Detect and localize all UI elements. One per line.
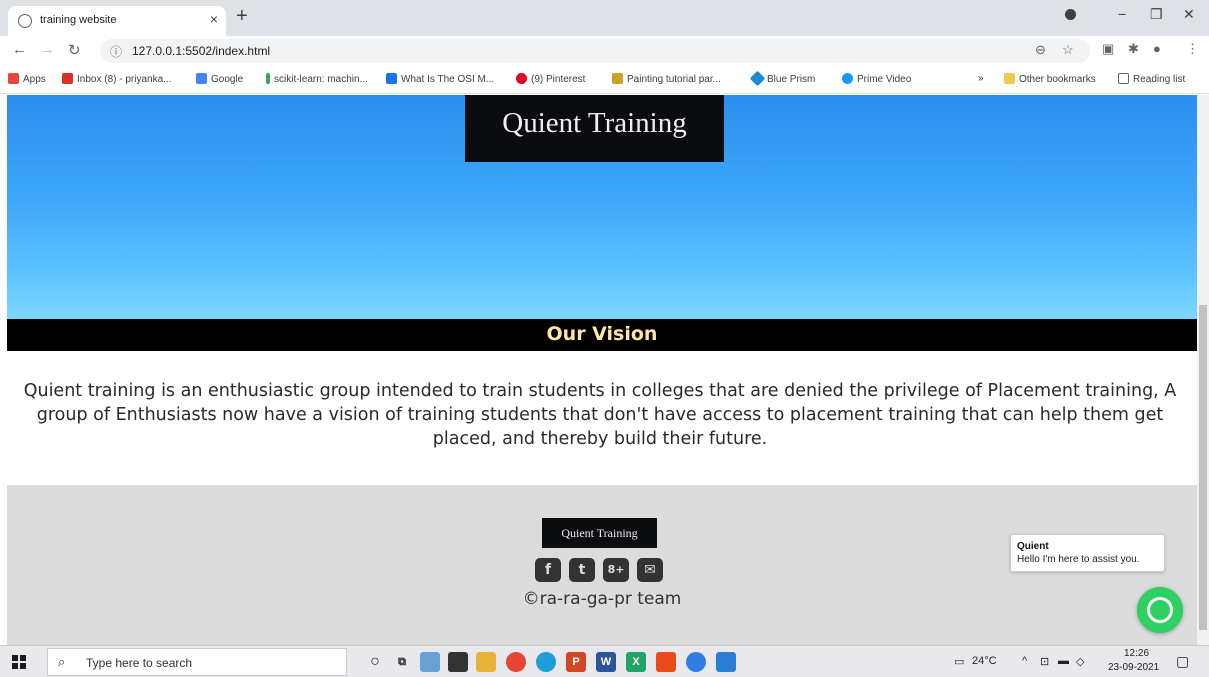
apps-grid-icon bbox=[8, 73, 19, 84]
tab-title: training website bbox=[40, 14, 117, 26]
vision-text: Quient training is an enthusiastic group… bbox=[23, 381, 1177, 449]
blue-prism-icon bbox=[749, 70, 766, 87]
footer-brand[interactable]: Quient Training bbox=[542, 518, 657, 548]
clock-date[interactable]: 23-09-2021 bbox=[1108, 662, 1159, 673]
bookmarks-bar: Apps Inbox (8) - priyanka... Google scik… bbox=[0, 66, 1209, 94]
painting-icon bbox=[612, 73, 623, 84]
star-icon[interactable]: ☆ bbox=[1062, 42, 1074, 58]
task-view-icon[interactable]: ⧉ bbox=[392, 652, 412, 672]
powerpoint-icon[interactable]: P bbox=[566, 652, 586, 672]
address-bar[interactable]: ⓘ 127.0.0.1:5502/index.html ⊖ ☆ bbox=[100, 39, 1090, 63]
bookmark-osi[interactable]: What Is The OSI M... bbox=[386, 73, 494, 85]
scrollbar[interactable] bbox=[1197, 95, 1209, 645]
maximize-button[interactable]: ❐ bbox=[1150, 6, 1163, 23]
edge-icon[interactable] bbox=[536, 652, 556, 672]
pinterest-icon bbox=[516, 73, 527, 84]
forward-icon[interactable]: → bbox=[40, 41, 55, 58]
menu-icon[interactable]: ⋮ bbox=[1186, 41, 1199, 57]
bookmark-prime-video[interactable]: Prime Video bbox=[842, 73, 911, 85]
other-bookmarks[interactable]: Other bookmarks bbox=[1004, 73, 1096, 85]
cortana-icon[interactable]: ○ bbox=[365, 652, 385, 672]
new-tab-button[interactable]: + bbox=[236, 5, 248, 28]
bookmark-painting[interactable]: Painting tutorial par... bbox=[612, 73, 721, 85]
copyright-text: ©ra-ra-ga-pr team bbox=[522, 589, 682, 609]
reload-icon[interactable]: ↻ bbox=[68, 41, 81, 59]
twitter-icon[interactable]: t bbox=[569, 558, 595, 582]
osi-icon bbox=[386, 73, 397, 84]
chrome-icon[interactable] bbox=[506, 652, 526, 672]
bookmark-inbox[interactable]: Inbox (8) - priyanka... bbox=[62, 73, 171, 85]
bookmark-scikit[interactable]: scikit-learn: machin... bbox=[266, 73, 368, 85]
reading-list[interactable]: Reading list bbox=[1118, 73, 1185, 85]
header-brand[interactable]: Quient Training bbox=[465, 95, 724, 162]
bookmark-pinterest[interactable]: (9) Pinterest bbox=[516, 73, 585, 85]
url-text: 127.0.0.1:5502/index.html bbox=[132, 44, 271, 58]
brand-title: Quient Training bbox=[502, 107, 687, 139]
mail-icon[interactable]: ✉ bbox=[637, 558, 663, 582]
reading-list-icon bbox=[1118, 73, 1129, 84]
scikit-icon bbox=[266, 73, 270, 84]
tray-expand-icon[interactable]: ^ bbox=[1022, 655, 1027, 667]
info-icon[interactable]: ⓘ bbox=[110, 43, 122, 60]
vscode-icon[interactable] bbox=[716, 652, 736, 672]
windows-start-icon[interactable] bbox=[12, 655, 26, 669]
vision-heading-bar: Our Vision bbox=[7, 319, 1197, 351]
chat-name: Quient bbox=[1017, 541, 1049, 552]
close-window-button[interactable]: ✕ bbox=[1183, 6, 1195, 23]
battery-icon[interactable]: ▬ bbox=[1058, 655, 1069, 667]
scrollbar-thumb[interactable] bbox=[1199, 305, 1207, 630]
facebook-icon[interactable]: f bbox=[535, 558, 561, 582]
search-placeholder: Type here to search bbox=[86, 656, 193, 670]
volume-icon[interactable]: ◇ bbox=[1076, 655, 1084, 668]
search-icon: ⌕ bbox=[58, 654, 66, 669]
folder-icon bbox=[1004, 73, 1015, 84]
prime-video-icon bbox=[842, 73, 853, 84]
taskbar-search-input[interactable]: ⌕ Type here to search bbox=[47, 648, 347, 676]
gmail-icon bbox=[62, 73, 73, 84]
chat-message: Hello I'm here to assist you. bbox=[1017, 554, 1140, 565]
bookmark-blue-prism[interactable]: Blue Prism bbox=[749, 70, 815, 87]
browser-tab[interactable]: training website × bbox=[8, 6, 226, 36]
weather-icon[interactable]: ▭ bbox=[954, 655, 964, 668]
profile-icon[interactable]: ● bbox=[1153, 41, 1161, 56]
whatsapp-ring bbox=[1147, 597, 1173, 623]
store-icon[interactable] bbox=[448, 652, 468, 672]
weather-temp[interactable]: 24°C bbox=[972, 655, 997, 667]
vision-heading: Our Vision bbox=[546, 323, 658, 345]
google-icon bbox=[196, 73, 207, 84]
extension-icon[interactable]: ▣ bbox=[1102, 41, 1114, 57]
app-photos-icon[interactable] bbox=[420, 652, 440, 672]
google-plus-icon[interactable]: 8+ bbox=[603, 558, 629, 582]
address-row: ← → ↻ ⓘ 127.0.0.1:5502/index.html ⊖ ☆ ▣ … bbox=[0, 36, 1209, 66]
tab-close-button[interactable]: × bbox=[210, 11, 218, 27]
clock-time[interactable]: 12:26 bbox=[1124, 648, 1149, 659]
browser-tab-bar: training website × + − ❐ ✕ bbox=[0, 0, 1209, 36]
office-icon[interactable] bbox=[656, 652, 676, 672]
browser-app-icon[interactable] bbox=[686, 652, 706, 672]
footer-brand-text: Quient Training bbox=[561, 526, 638, 540]
bookmarks-overflow-button[interactable]: » bbox=[978, 73, 984, 84]
windows-taskbar: ⌕ Type here to search ○ ⧉ P W X ▭ 24°C ^… bbox=[0, 645, 1209, 677]
back-icon[interactable]: ← bbox=[12, 41, 27, 58]
word-icon[interactable]: W bbox=[596, 652, 616, 672]
minimize-button[interactable]: − bbox=[1118, 6, 1126, 22]
excel-icon[interactable]: X bbox=[626, 652, 646, 672]
whatsapp-icon[interactable] bbox=[1137, 587, 1183, 633]
chat-bubble[interactable]: Quient Hello I'm here to assist you. bbox=[1010, 534, 1165, 572]
bookmark-google[interactable]: Google bbox=[196, 73, 243, 85]
profile-dot-icon[interactable] bbox=[1065, 9, 1076, 20]
zoom-icon[interactable]: ⊖ bbox=[1035, 42, 1046, 58]
puzzle-icon[interactable]: ✱ bbox=[1128, 41, 1139, 57]
file-explorer-icon[interactable] bbox=[476, 652, 496, 672]
bookmark-apps[interactable]: Apps bbox=[8, 73, 46, 85]
network-icon[interactable]: ⊡ bbox=[1040, 655, 1049, 668]
notification-icon[interactable]: ▢ bbox=[1176, 653, 1189, 670]
globe-icon bbox=[18, 14, 32, 28]
